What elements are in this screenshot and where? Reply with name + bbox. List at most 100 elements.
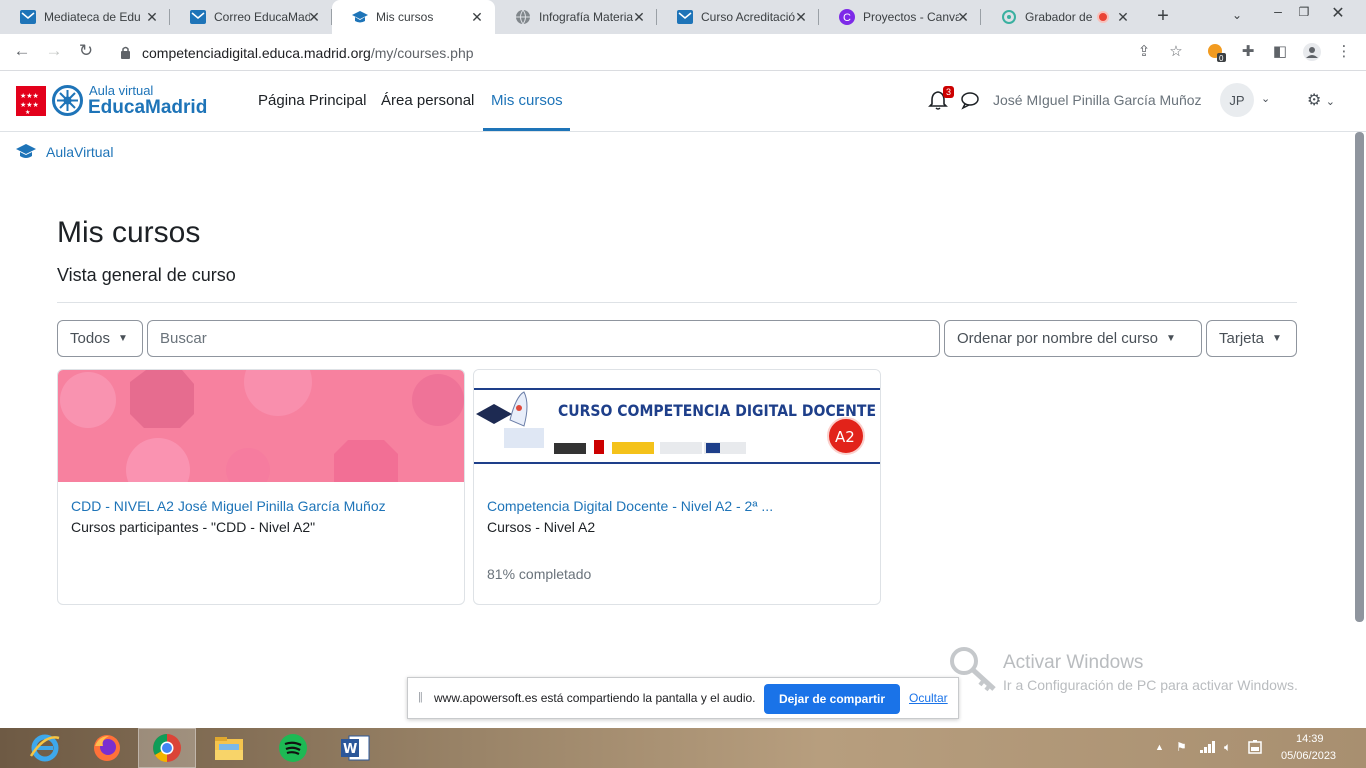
close-tab-icon[interactable]: ✕ xyxy=(955,9,971,26)
notification-count-badge: 3 xyxy=(943,86,955,98)
network-signal-icon[interactable] xyxy=(1200,740,1216,756)
user-name[interactable]: José MIguel Pinilla García Muñoz xyxy=(993,92,1202,108)
stop-sharing-button[interactable]: Dejar de compartir xyxy=(764,684,900,714)
search-input[interactable] xyxy=(160,330,939,347)
breadcrumb[interactable]: AulaVirtual xyxy=(46,144,113,160)
browser-tab-strip: Mediateca de Edu ✕ Correo EducaMadr ✕ Mi… xyxy=(0,0,1366,34)
browser-tab-correo[interactable]: Correo EducaMadr ✕ xyxy=(170,0,332,34)
close-window-button[interactable]: ✕ xyxy=(1327,3,1349,23)
page-scrollbar[interactable] xyxy=(1355,132,1364,622)
reload-button[interactable]: ↻ xyxy=(75,41,97,61)
svg-text:★: ★ xyxy=(25,109,30,116)
file-explorer-icon[interactable] xyxy=(200,728,258,768)
search-field[interactable] xyxy=(147,320,940,357)
mail-icon xyxy=(190,9,206,25)
action-center-flag-icon[interactable]: ⚑ xyxy=(1176,740,1187,754)
lock-icon xyxy=(120,46,131,64)
close-tab-icon[interactable]: ✕ xyxy=(469,9,485,26)
tab-search-chevron-icon[interactable]: ⌄ xyxy=(1232,8,1242,22)
nav-my-courses-link[interactable]: Mis cursos xyxy=(491,92,563,109)
taskbar-clock-time[interactable]: 14:39 xyxy=(1296,733,1324,745)
educamadrid-icon xyxy=(20,9,36,25)
mortarboard-icon xyxy=(16,143,36,161)
browser-toolbar: ← → ↻ competenciadigital.educa.madrid.or… xyxy=(0,34,1366,71)
browser-tab-grabador[interactable]: Grabador de ✕ xyxy=(981,0,1141,34)
close-tab-icon[interactable]: ✕ xyxy=(793,9,809,26)
section-subtitle: Vista general de curso xyxy=(57,265,236,285)
browser-tab-mediateca[interactable]: Mediateca de Edu ✕ xyxy=(0,0,170,34)
course-category: Cursos - Nivel A2 xyxy=(487,519,596,535)
canva-icon: C xyxy=(839,9,855,25)
course-banner-image[interactable]: CURSO COMPETENCIA DIGITAL DOCENTE A2 xyxy=(474,370,880,482)
browser-tab-curso-acreditacion[interactable]: Curso Acreditació ✕ xyxy=(657,0,819,34)
user-avatar[interactable]: JP xyxy=(1220,83,1254,117)
brand-title[interactable]: EducaMadrid xyxy=(88,97,207,119)
settings-gear-icon[interactable]: ⚙ ⌄ xyxy=(1307,90,1335,110)
course-pattern-image[interactable] xyxy=(58,370,464,482)
user-menu-chevron-icon[interactable]: ⌄ xyxy=(1261,92,1270,105)
course-category: Cursos participantes - "CDD - Nivel A2" xyxy=(71,519,316,535)
close-tab-icon[interactable]: ✕ xyxy=(1115,9,1131,26)
chevron-down-icon: ▼ xyxy=(1165,333,1176,344)
chevron-down-icon: ▼ xyxy=(118,333,128,344)
hide-share-bar-link[interactable]: Ocultar xyxy=(909,691,948,705)
browser-tab-canva[interactable]: C Proyectos - Canva ✕ xyxy=(819,0,981,34)
minimize-window-button[interactable]: – xyxy=(1267,3,1289,19)
extensions-puzzle-icon[interactable]: ✚ xyxy=(1238,42,1258,60)
view-mode-dropdown[interactable]: Tarjeta ▼ xyxy=(1206,320,1297,357)
nav-personal-area-link[interactable]: Área personal xyxy=(381,92,474,109)
course-card[interactable]: CDD - NIVEL A2 José Miguel Pinilla Garcí… xyxy=(57,369,465,605)
forward-button[interactable]: → xyxy=(43,41,65,61)
grouping-dropdown[interactable]: Todos ▼ xyxy=(57,320,143,357)
firefox-icon[interactable] xyxy=(78,728,136,768)
svg-text:W: W xyxy=(343,742,357,757)
page-title: Mis cursos xyxy=(57,216,201,249)
internet-explorer-icon[interactable] xyxy=(16,728,74,768)
banner-title: CURSO COMPETENCIA DIGITAL DOCENTE xyxy=(558,401,876,420)
educamadrid-icon xyxy=(677,9,693,25)
mortarboard-icon xyxy=(352,9,368,25)
course-name-link[interactable]: CDD - NIVEL A2 José Miguel Pinilla Garcí… xyxy=(71,498,386,514)
close-tab-icon[interactable]: ✕ xyxy=(144,9,160,26)
close-tab-icon[interactable]: ✕ xyxy=(631,9,647,26)
svg-text:★★★: ★★★ xyxy=(20,92,39,100)
restore-window-button[interactable]: ❐ xyxy=(1293,5,1315,19)
profile-icon[interactable] xyxy=(1302,42,1322,66)
volume-speaker-icon[interactable]: 🔈︎ xyxy=(1224,740,1231,755)
new-tab-button[interactable]: + xyxy=(1152,5,1174,28)
active-nav-indicator xyxy=(483,128,570,131)
windows-activation-subtitle: Ir a Configuración de PC para activar Wi… xyxy=(1003,677,1298,693)
browser-tab-mis-cursos[interactable]: Mis cursos ✕ xyxy=(332,0,495,34)
sort-dropdown[interactable]: Ordenar por nombre del curso ▼ xyxy=(944,320,1202,357)
address-bar[interactable]: competenciadigital.educa.madrid.org/my/c… xyxy=(110,38,1192,67)
drag-handle-icon[interactable]: || xyxy=(418,691,423,703)
svg-text:C: C xyxy=(843,12,851,24)
word-icon[interactable]: W xyxy=(326,728,384,768)
side-panel-icon[interactable]: ◧ xyxy=(1270,42,1290,60)
share-page-icon[interactable]: ⇪ xyxy=(1134,42,1154,60)
globe-icon xyxy=(515,9,531,25)
educamadrid-logo-icon xyxy=(52,85,83,116)
url-text: competenciadigital.educa.madrid.org/my/c… xyxy=(142,45,474,61)
chrome-icon[interactable] xyxy=(138,728,196,768)
browser-menu-icon[interactable]: ⋮ xyxy=(1334,42,1354,60)
apowersoft-icon xyxy=(1001,9,1017,25)
browser-tab-infografia[interactable]: Infografía Materia ✕ xyxy=(495,0,657,34)
bookmark-star-icon[interactable]: ☆ xyxy=(1166,42,1186,60)
screen-share-notification-bar: || www.apowersoft.es está compartiendo l… xyxy=(407,677,959,719)
site-navbar: ★★★ ★★★ ★ Aula virtual EducaMadrid Página … xyxy=(0,71,1366,132)
battery-icon[interactable] xyxy=(1248,740,1262,757)
messages-chat-icon[interactable] xyxy=(960,90,980,110)
svg-text:0: 0 xyxy=(1219,54,1224,62)
course-progress-text: 81% completado xyxy=(487,566,592,582)
show-hidden-icons-chevron[interactable]: ▲ xyxy=(1155,742,1164,752)
taskbar-clock-date[interactable]: 05/06/2023 xyxy=(1281,750,1336,762)
back-button[interactable]: ← xyxy=(11,41,33,61)
divider xyxy=(57,302,1297,303)
nav-home-link[interactable]: Página Principal xyxy=(258,92,366,109)
spotify-icon[interactable] xyxy=(264,728,322,768)
extension-apowersoft-icon[interactable]: 0 xyxy=(1206,42,1226,66)
close-tab-icon[interactable]: ✕ xyxy=(306,9,322,26)
course-name-link[interactable]: Competencia Digital Docente - Nivel A2 -… xyxy=(487,498,773,514)
course-card[interactable]: CURSO COMPETENCIA DIGITAL DOCENTE A2 Com… xyxy=(473,369,881,605)
